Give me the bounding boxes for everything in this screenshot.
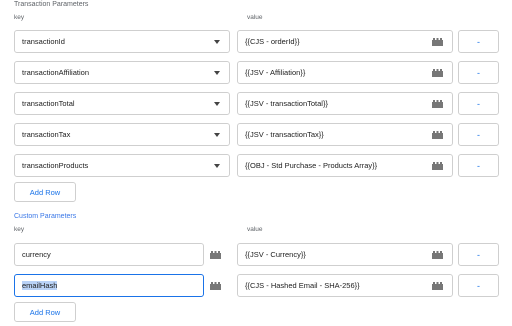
add-row-button[interactable]: Add Row: [14, 302, 76, 322]
transaction-value-input[interactable]: {{JSV - transactionTotal}}: [237, 92, 453, 115]
add-row-button[interactable]: Add Row: [14, 182, 76, 202]
custom-parameters-title: Custom Parameters: [14, 213, 77, 220]
variable-brick-icon[interactable]: [432, 69, 443, 77]
chevron-down-icon: [214, 133, 220, 137]
value-text: {{JSV - Currency}}: [245, 250, 306, 259]
value-text: {{OBJ - Std Purchase - Products Array}}: [245, 161, 378, 170]
variable-brick-icon: [209, 250, 221, 259]
value-text: {{JSV - transactionTotal}}: [245, 99, 328, 108]
transaction-value-input[interactable]: {{CJS - orderId}}: [237, 30, 453, 53]
key-variable-picker[interactable]: [204, 274, 226, 297]
remove-row-button[interactable]: -: [458, 92, 499, 115]
variable-brick-icon[interactable]: [432, 38, 443, 46]
remove-row-button[interactable]: -: [458, 30, 499, 53]
custom-value-input[interactable]: {{JSV - Currency}}: [237, 243, 453, 266]
value-text: {{JSV - Affiliation}}: [245, 68, 306, 77]
value-column-label: value: [247, 14, 263, 21]
key-text: transactionId: [22, 37, 65, 46]
key-column-label: key: [14, 14, 25, 21]
variable-brick-icon[interactable]: [432, 100, 443, 108]
value-text: {{CJS - orderId}}: [245, 37, 300, 46]
chevron-down-icon: [214, 40, 220, 44]
key-variable-picker[interactable]: [204, 243, 226, 266]
variable-brick-icon[interactable]: [432, 282, 443, 290]
remove-row-button[interactable]: -: [458, 243, 499, 266]
transaction-value-input[interactable]: {{JSV - transactionTax}}: [237, 123, 453, 146]
custom-value-input[interactable]: {{CJS - Hashed Email - SHA-256}}: [237, 274, 453, 297]
key-text: transactionProducts: [22, 161, 89, 170]
remove-row-button[interactable]: -: [458, 61, 499, 84]
variable-brick-icon[interactable]: [432, 131, 443, 139]
variable-brick-icon[interactable]: [432, 162, 443, 170]
remove-row-button[interactable]: -: [458, 123, 499, 146]
value-text: {{JSV - transactionTax}}: [245, 130, 324, 139]
transaction-key-select[interactable]: transactionId: [14, 30, 230, 53]
value-column-label: value: [247, 226, 263, 233]
variable-brick-icon: [209, 281, 221, 290]
custom-key-input[interactable]: currency: [14, 243, 204, 266]
transaction-key-select[interactable]: transactionProducts: [14, 154, 230, 177]
transaction-parameters-title: Transaction Parameters: [14, 1, 89, 8]
transaction-value-input[interactable]: {{JSV - Affiliation}}: [237, 61, 453, 84]
key-text: transactionAffiliation: [22, 68, 89, 77]
transaction-key-select[interactable]: transactionTotal: [14, 92, 230, 115]
variable-brick-icon[interactable]: [432, 251, 443, 259]
transaction-key-select[interactable]: transactionAffiliation: [14, 61, 230, 84]
value-text: {{CJS - Hashed Email - SHA-256}}: [245, 281, 360, 290]
chevron-down-icon: [214, 71, 220, 75]
key-column-label: key: [14, 226, 25, 233]
key-text: transactionTax: [22, 130, 71, 139]
key-text-selected: emailHash: [22, 281, 58, 290]
remove-row-button[interactable]: -: [458, 274, 499, 297]
key-text: transactionTotal: [22, 99, 75, 108]
transaction-value-input[interactable]: {{OBJ - Std Purchase - Products Array}}: [237, 154, 453, 177]
key-text: currency: [22, 250, 51, 259]
remove-row-button[interactable]: -: [458, 154, 499, 177]
chevron-down-icon: [214, 164, 220, 168]
custom-key-input[interactable]: emailHash: [14, 274, 204, 297]
chevron-down-icon: [214, 102, 220, 106]
transaction-key-select[interactable]: transactionTax: [14, 123, 230, 146]
